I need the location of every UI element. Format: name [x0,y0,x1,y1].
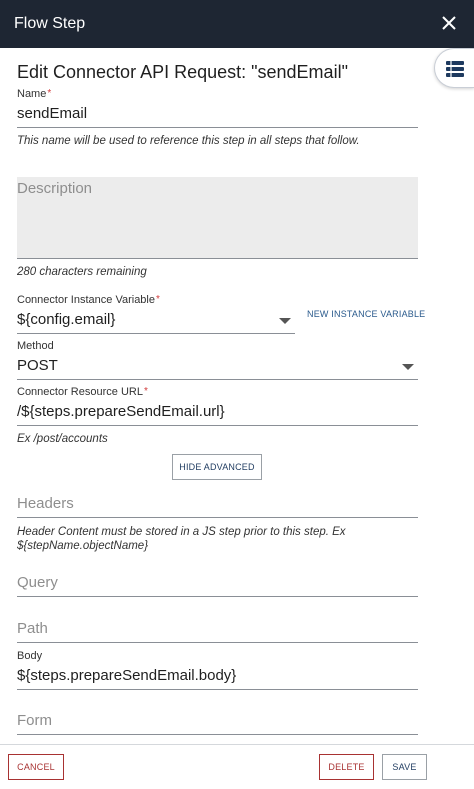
method-select[interactable]: POST [17,354,418,380]
method-value: POST [17,357,58,374]
close-button[interactable] [438,12,460,34]
connector-value: ${config.email} [17,311,116,328]
description-remaining: 280 characters remaining [17,266,147,278]
headers-hint-line2: ${stepName.objectName} [17,540,149,552]
resource-url-input[interactable]: /${steps.prepareSendEmail.url} [17,400,418,426]
method-label: Method [17,340,54,352]
resource-url-label: Connector Resource URL* [17,386,148,398]
description-textarea[interactable]: Description [17,177,418,259]
new-instance-variable-button[interactable]: NEW INSTANCE VARIABLE [307,309,425,319]
name-hint: This name will be used to reference this… [17,135,360,147]
required-marker: * [47,88,52,99]
delete-button[interactable]: DELETE [319,754,374,780]
path-input[interactable]: Path [17,617,418,643]
headers-input[interactable]: Headers [17,492,418,518]
panel-title: Flow Step [14,15,86,32]
step-list-toggle-button[interactable] [434,48,474,88]
name-input[interactable]: sendEmail [17,102,418,128]
path-placeholder: Path [17,620,48,637]
headers-placeholder: Headers [17,495,74,512]
name-label: Name* [17,88,52,100]
close-icon [442,16,456,30]
cancel-button[interactable]: CANCEL [8,754,64,780]
description-placeholder: Description [17,180,93,197]
body-input[interactable]: ${steps.prepareSendEmail.body} [17,664,418,690]
chevron-down-icon [402,364,414,370]
save-button[interactable]: SAVE [382,754,427,780]
body-label: Body [17,650,43,662]
required-marker: * [156,294,160,305]
chevron-down-icon [279,318,291,324]
panel-header: Flow Step [0,0,474,48]
resource-url-hint: Ex /post/accounts [17,433,108,445]
page-title: Edit Connector API Request: "sendEmail" [17,62,348,82]
connector-label: Connector Instance Variable* [17,294,160,306]
query-input[interactable]: Query [17,571,418,597]
panel-footer: CANCEL DELETE SAVE [0,744,474,789]
query-placeholder: Query [17,574,58,591]
hide-advanced-button[interactable]: HIDE ADVANCED [172,454,262,480]
form-input[interactable]: Form [17,709,418,735]
required-marker: * [143,386,148,397]
headers-hint-line1: Header Content must be stored in a JS st… [17,526,346,538]
table-list-icon [446,61,464,77]
connector-select[interactable]: ${config.email} [17,308,295,334]
form-placeholder: Form [17,712,52,729]
